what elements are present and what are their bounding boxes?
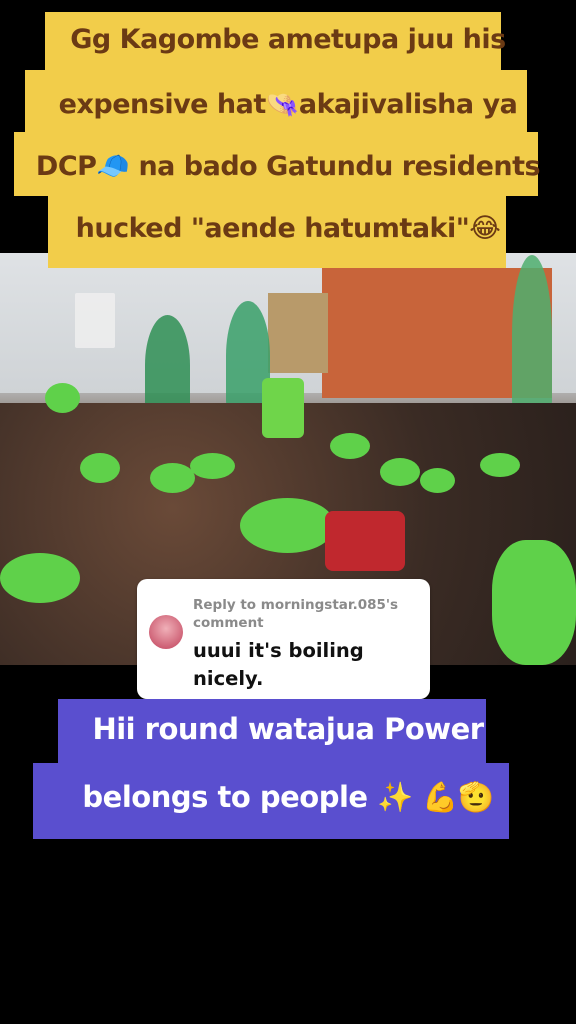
green-cap bbox=[45, 383, 80, 413]
green-cap bbox=[190, 453, 235, 479]
speaker bbox=[262, 378, 304, 438]
reply-comment-card[interactable]: Reply to morningstar.085's comment uuui … bbox=[137, 579, 430, 699]
caption-line: DCP🧢 na bado Gatundu residents bbox=[35, 151, 541, 182]
red-jacket bbox=[325, 511, 405, 571]
top-caption: Gg Kagombe ametupa juu his expensive hat… bbox=[0, 0, 576, 275]
caption-line: belongs to people ✨ 💪🫡 bbox=[82, 780, 494, 814]
reply-comment-text: uuui it's boiling nicely. bbox=[193, 639, 364, 690]
green-cap bbox=[420, 468, 455, 493]
caption-line: Gg Kagombe ametupa juu his bbox=[70, 24, 506, 55]
green-cap bbox=[240, 498, 335, 553]
caption-line: hucked "aende hatumtaki"😂 bbox=[75, 213, 501, 244]
reply-header: Reply to morningstar.085's comment bbox=[193, 597, 399, 631]
green-cap bbox=[492, 540, 576, 665]
green-cap bbox=[330, 433, 370, 459]
building bbox=[268, 293, 328, 373]
green-cap bbox=[0, 553, 80, 603]
green-cap bbox=[480, 453, 520, 477]
campaign-banner bbox=[145, 315, 190, 415]
green-cap bbox=[150, 463, 195, 493]
caption-line: expensive hat👒akajivalisha ya bbox=[58, 89, 518, 120]
billboard bbox=[75, 293, 115, 348]
caption-line: Hii round watajua Power bbox=[92, 712, 484, 746]
campaign-banner bbox=[512, 255, 552, 415]
green-cap bbox=[380, 458, 420, 486]
green-cap bbox=[80, 453, 120, 483]
avatar bbox=[149, 615, 183, 649]
